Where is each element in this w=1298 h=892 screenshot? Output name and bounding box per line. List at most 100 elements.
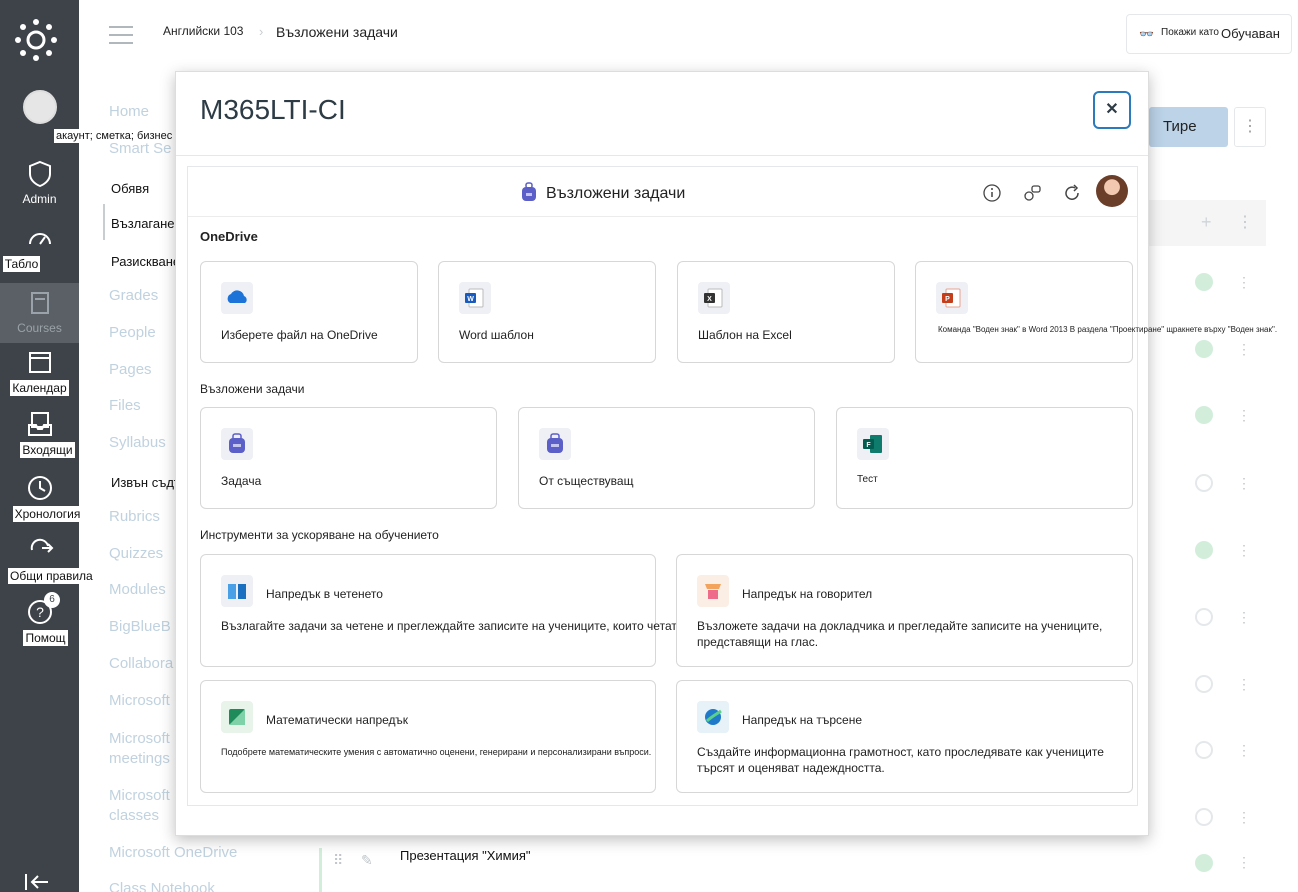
course-nav-microsoft-onedrive[interactable]: Microsoft OneDrive xyxy=(109,844,237,861)
nav-calendar[interactable]: Календар xyxy=(0,348,79,396)
course-nav-files[interactable]: Files xyxy=(109,397,141,414)
card-word-template[interactable]: W Word шаблон xyxy=(438,261,656,363)
nav-inbox[interactable]: Входящи xyxy=(0,410,79,458)
view-as-student-button[interactable]: 👓 Покажи като Обучаван xyxy=(1126,14,1292,54)
course-nav-microsoft-classes[interactable]: Microsoft classes xyxy=(109,786,179,826)
row-options-icon[interactable]: ⋮ xyxy=(1237,676,1251,693)
card-new-assignment[interactable]: Задача xyxy=(200,407,497,509)
user-avatar[interactable] xyxy=(1096,175,1128,207)
svg-text:?: ? xyxy=(36,604,44,620)
help-badge: 6 xyxy=(44,592,60,608)
row-options-icon[interactable]: ⋮ xyxy=(1237,542,1251,559)
unpublished-icon[interactable] xyxy=(1195,474,1213,492)
unpublished-icon[interactable] xyxy=(1195,741,1213,759)
card-description: Подобрете математическите умения с автом… xyxy=(221,747,652,757)
card-onedrive-file[interactable]: Изберете файл на OneDrive xyxy=(200,261,418,363)
course-nav-pages[interactable]: Pages xyxy=(109,361,152,378)
table-row[interactable]: ⠿ ✎ Презентация "Химия" ⋮ xyxy=(319,848,1266,892)
nav-admin[interactable]: Admin xyxy=(0,160,79,206)
row-options-icon[interactable]: ⋮ xyxy=(1237,854,1251,871)
svg-text:X: X xyxy=(707,296,712,303)
card-title: Напредък на говорител xyxy=(742,587,873,601)
row-options-icon[interactable]: ⋮ xyxy=(1237,341,1251,358)
refresh-icon[interactable] xyxy=(1062,183,1082,203)
dashboard-button[interactable]: Тире xyxy=(1149,107,1228,147)
course-nav-grades[interactable]: Grades xyxy=(109,287,158,304)
published-icon[interactable] xyxy=(1195,541,1213,559)
card-label: Команда "Воден знак" в Word 2013 В разде… xyxy=(938,325,1278,334)
global-navigation: акаунт; сметка; бизнес партньор Admin Та… xyxy=(0,0,225,892)
card-label: Задача xyxy=(221,474,262,488)
view-as-role: Обучаван xyxy=(1221,26,1280,41)
row-options-icon[interactable]: ⋮ xyxy=(1237,609,1251,626)
collapse-nav-icon[interactable] xyxy=(24,872,52,892)
search-globe-icon xyxy=(697,701,729,733)
course-nav-class-notebook[interactable]: Class Notebook xyxy=(109,880,215,892)
course-nav-people[interactable]: People xyxy=(109,324,156,341)
published-icon[interactable] xyxy=(1195,406,1213,424)
canvas-logo-icon[interactable] xyxy=(14,18,58,62)
row-options-icon[interactable]: ⋮ xyxy=(1237,407,1251,424)
course-nav-announcements[interactable]: Обявя xyxy=(109,179,177,198)
card-search-progress[interactable]: Напредък на търсене Създайте информацион… xyxy=(676,680,1133,793)
unpublished-icon[interactable] xyxy=(1195,608,1213,626)
calendar-icon xyxy=(28,352,51,373)
unpublished-icon[interactable] xyxy=(1195,808,1213,826)
close-button[interactable]: ✕ xyxy=(1093,91,1131,129)
card-from-existing[interactable]: От съществуващ xyxy=(518,407,815,509)
nav-commons[interactable]: Общи правила xyxy=(0,536,95,584)
group-options-icon[interactable]: ⋮ xyxy=(1237,212,1253,232)
row-options-icon[interactable]: ⋮ xyxy=(1237,274,1251,291)
course-nav-bigbluebutton[interactable]: BigBlueB xyxy=(109,618,171,635)
card-label: Шаблон на Excel xyxy=(698,328,792,342)
nav-help[interactable]: ? 6 Помощ xyxy=(0,592,79,646)
add-assignment-icon[interactable]: + xyxy=(1201,212,1212,233)
nav-inbox-label: Входящи xyxy=(20,442,75,458)
course-nav-discussions[interactable]: Разискване xyxy=(109,252,183,271)
breadcrumb-current: Възложени задачи xyxy=(276,24,398,40)
card-quiz[interactable]: F Тест xyxy=(836,407,1133,509)
section-accelerators: Инструменти за ускоряване на обучението xyxy=(200,528,439,542)
published-icon[interactable] xyxy=(1195,340,1213,358)
nav-courses[interactable]: Courses xyxy=(0,283,79,343)
course-nav-syllabus[interactable]: Syllabus xyxy=(109,434,166,451)
glasses-icon: 👓 xyxy=(1139,27,1154,41)
word-icon: W xyxy=(459,282,491,314)
card-excel-template[interactable]: X Шаблон на Excel xyxy=(677,261,895,363)
page-options-button[interactable]: ⋮ xyxy=(1234,107,1266,147)
card-description: Създайте информационна грамотност, като … xyxy=(697,745,1104,775)
course-nav-collaborations[interactable]: Collabora xyxy=(109,655,173,672)
course-nav-microsoft-meetings[interactable]: Microsoft meetings xyxy=(109,729,179,769)
avatar xyxy=(22,90,57,124)
course-nav-home[interactable]: Home xyxy=(109,103,149,120)
info-icon[interactable] xyxy=(982,183,1002,203)
nav-account[interactable]: акаунт; сметка; бизнес партньор xyxy=(0,90,225,143)
menu-toggle-icon[interactable] xyxy=(109,26,133,44)
nav-history[interactable]: Хронология xyxy=(0,474,83,522)
course-nav-microsoft[interactable]: Microsoft xyxy=(109,692,170,709)
course-nav-rubrics[interactable]: Rubrics xyxy=(109,508,160,525)
inbox-icon xyxy=(27,412,52,436)
row-options-icon[interactable]: ⋮ xyxy=(1237,742,1251,759)
breadcrumb-course[interactable]: Английски 103 xyxy=(163,24,243,38)
nav-dashboard[interactable]: Табло xyxy=(0,224,79,272)
course-nav-quizzes[interactable]: Quizzes xyxy=(109,545,163,562)
card-speaker-progress[interactable]: Напредък на говорител Възложете задачи н… xyxy=(676,554,1133,667)
published-icon[interactable] xyxy=(1195,854,1213,872)
shield-icon xyxy=(28,160,51,188)
card-math-progress[interactable]: Математически напредък Подобрете математ… xyxy=(200,680,656,793)
unpublished-icon[interactable] xyxy=(1195,675,1213,693)
row-options-icon[interactable]: ⋮ xyxy=(1237,809,1251,826)
card-description: Възложете задачи на докладчика и преглед… xyxy=(697,619,1103,649)
drag-handle-icon[interactable]: ⠿ xyxy=(333,852,343,869)
top-bar: Английски 103 › Възложени задачи 👓 Покаж… xyxy=(79,0,1298,70)
card-reading-progress[interactable]: Напредък в четенето Възлагайте задачи за… xyxy=(200,554,724,667)
assignment-title[interactable]: Презентация "Химия" xyxy=(398,848,533,863)
feedback-icon[interactable] xyxy=(1022,183,1042,203)
row-options-icon[interactable]: ⋮ xyxy=(1237,475,1251,492)
card-powerpoint-template[interactable]: P Команда "Воден знак" в Word 2013 В раз… xyxy=(915,261,1277,363)
nav-history-label: Хронология xyxy=(12,506,83,522)
course-nav-modules[interactable]: Modules xyxy=(109,581,166,598)
section-onedrive: OneDrive xyxy=(200,229,258,244)
published-icon[interactable] xyxy=(1195,273,1213,291)
